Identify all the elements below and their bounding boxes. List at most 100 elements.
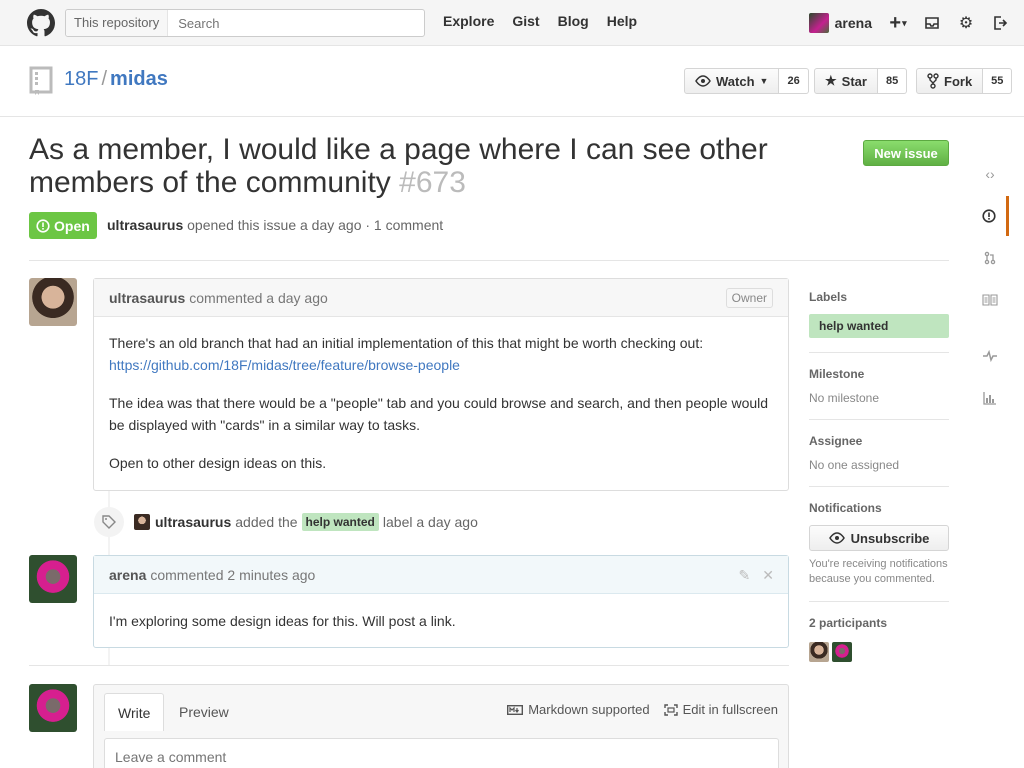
comment-body: There's an old branch that had an initia… <box>94 317 788 489</box>
owner-badge: Owner <box>725 288 773 308</box>
fork-icon <box>927 73 939 89</box>
branch-link[interactable]: https://github.com/18F/midas/tree/featur… <box>109 357 460 373</box>
tab-write[interactable]: Write <box>104 693 165 731</box>
event-actor-link[interactable]: ultrasaurus <box>155 514 231 530</box>
wiki-icon[interactable] <box>971 280 1009 320</box>
code-icon[interactable]: ‹› <box>971 154 1009 194</box>
new-issue-button[interactable]: New issue <box>863 140 949 166</box>
label-event: ultrasaurus added the help wanted label … <box>94 507 478 537</box>
user-menu: arena + ▾ ⚙ <box>808 11 1024 35</box>
star-count[interactable]: 85 <box>877 68 908 94</box>
watch-group: Watch ▼ 26 <box>684 68 809 94</box>
repo-name-link[interactable]: midas <box>110 68 168 90</box>
labels-title[interactable]: Labels <box>809 290 949 304</box>
avatar <box>29 684 77 732</box>
issue-author-link[interactable]: ultrasaurus <box>107 217 183 233</box>
username[interactable]: arena <box>835 15 872 31</box>
pulse-icon[interactable] <box>971 336 1009 376</box>
fork-group: Fork 55 <box>916 68 1013 94</box>
milestone-value: No milestone <box>809 391 880 405</box>
issue-number: #673 <box>399 166 466 199</box>
labels-section: Labels help wanted <box>809 290 949 353</box>
participants-title: 2 participants <box>809 616 888 630</box>
tab-preview[interactable]: Preview <box>166 693 242 730</box>
repo-nav-rail: ‹› <box>971 152 1009 432</box>
plus-icon[interactable]: + ▾ <box>888 12 908 34</box>
status-badge: Open <box>29 212 97 239</box>
nav-blog[interactable]: Blog <box>558 13 589 29</box>
status-text: Open <box>54 217 90 234</box>
search-scope[interactable]: This repository <box>66 10 169 36</box>
unsubscribe-button[interactable]: Unsubscribe <box>809 525 949 551</box>
nav-gist[interactable]: Gist <box>512 13 539 29</box>
eye-icon <box>828 532 845 544</box>
participants-section: 2 participants <box>809 616 949 662</box>
issue-meta: ultrasaurus opened this issue a day ago … <box>107 217 443 233</box>
inbox-icon[interactable] <box>922 13 942 33</box>
search-box[interactable]: This repository <box>65 9 425 37</box>
watch-count[interactable]: 26 <box>779 68 809 94</box>
comment-paragraph: I'm exploring some design ideas for this… <box>109 613 456 629</box>
avatar[interactable] <box>809 642 829 662</box>
milestone-title[interactable]: Milestone <box>809 367 949 381</box>
comment-paragraph: There's an old branch that had an initia… <box>109 332 773 376</box>
markdown-link[interactable]: Markdown supported <box>507 702 650 717</box>
comment-timestamp[interactable]: commented a day ago <box>189 290 328 306</box>
pencil-icon[interactable]: ✎ <box>739 567 751 584</box>
comment-actions: ✎ ✕ <box>739 567 774 584</box>
avatar[interactable] <box>832 642 852 662</box>
comment-timestamp[interactable]: commented 2 minutes ago <box>150 567 315 583</box>
user-avatar[interactable] <box>808 13 829 33</box>
pull-request-icon[interactable] <box>971 238 1009 278</box>
graph-icon[interactable] <box>971 378 1009 418</box>
repo-header: 18F / midas Watch ▼ 26 ★ Star 85 Fork 55 <box>0 47 1024 117</box>
markdown-icon <box>507 704 524 715</box>
fork-label: Fork <box>944 73 973 89</box>
signout-icon[interactable] <box>990 13 1010 33</box>
assignee-title[interactable]: Assignee <box>809 434 949 448</box>
star-button[interactable]: ★ Star <box>814 68 878 94</box>
gear-icon[interactable]: ⚙ <box>956 13 976 33</box>
nav-explore[interactable]: Explore <box>443 13 494 29</box>
comment-header: arena commented 2 minutes ago ✎ ✕ <box>94 556 788 594</box>
issue-icon[interactable] <box>971 196 1009 236</box>
alert-icon <box>36 218 50 233</box>
close-icon[interactable]: ✕ <box>762 567 774 584</box>
tag-icon <box>94 507 124 537</box>
avatar[interactable] <box>29 555 77 603</box>
comment-text: There's an old branch that had an initia… <box>109 335 704 351</box>
composer-tools: Markdown supported Edit in fullscreen <box>507 702 778 717</box>
fullscreen-icon <box>663 703 678 716</box>
label-badge[interactable]: help wanted <box>301 513 379 531</box>
comment: arena commented 2 minutes ago ✎ ✕ I'm ex… <box>93 555 789 648</box>
nav-help[interactable]: Help <box>607 13 637 29</box>
watch-label: Watch <box>716 73 755 89</box>
label-badge[interactable]: help wanted <box>809 314 949 338</box>
octocat-icon[interactable] <box>27 9 55 37</box>
watch-button[interactable]: Watch ▼ <box>684 68 780 94</box>
comment-body: I'm exploring some design ideas for this… <box>94 594 788 647</box>
eye-icon <box>695 75 711 87</box>
comment-paragraph: Open to other design ideas on this. <box>109 455 327 471</box>
timeline-connector <box>108 647 110 665</box>
fork-button[interactable]: Fork <box>916 68 984 94</box>
unsubscribe-label: Unsubscribe <box>850 530 930 546</box>
star-group: ★ Star 85 <box>814 68 908 94</box>
search-input[interactable] <box>168 15 424 31</box>
star-label: Star <box>841 73 867 89</box>
top-header: This repository Explore Gist Blog Help a… <box>0 0 1024 46</box>
markdown-label: Markdown supported <box>528 702 650 717</box>
fullscreen-link[interactable]: Edit in fullscreen <box>663 702 778 717</box>
notifications-note: You're receiving notifications because y… <box>809 558 948 585</box>
avatar[interactable] <box>29 278 77 326</box>
comment-form: Write Preview Markdown supported Edit in… <box>93 684 789 768</box>
comment-author-link[interactable]: arena <box>109 567 146 583</box>
avatar[interactable] <box>134 514 150 530</box>
fork-count[interactable]: 55 <box>983 68 1013 94</box>
event-text: added the <box>235 514 298 530</box>
participants-list <box>809 642 949 662</box>
comment-textarea[interactable] <box>104 738 779 768</box>
divider <box>29 665 789 666</box>
comment-author-link[interactable]: ultrasaurus <box>109 290 185 306</box>
repo-owner-link[interactable]: 18F <box>64 68 98 90</box>
